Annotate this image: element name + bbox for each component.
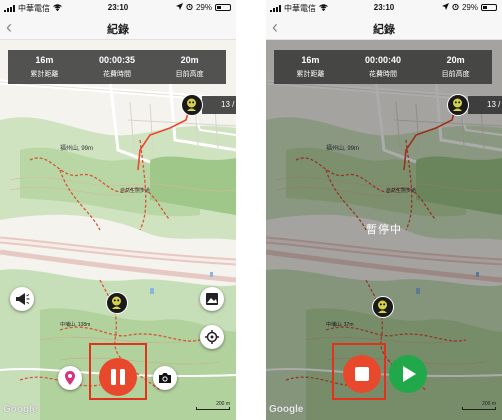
stat-value: 20m [180,55,199,65]
resume-button[interactable] [389,355,427,393]
announce-button[interactable] [10,287,34,311]
user-location-avatar[interactable] [181,94,203,116]
nav-bar: ‹ 紀錄 [0,16,236,40]
stat-label: 花費時間 [369,71,397,78]
scale-label: 200 m [216,401,230,407]
map-scale: 200 m [462,401,496,410]
user-icon [187,98,196,111]
location-pin-icon [65,371,75,385]
camera-icon [159,373,171,383]
status-bar: 中華電信 23:10 29% [0,0,236,16]
map-scale: 200 m [196,401,230,410]
page-title: 紀錄 [107,24,129,36]
stat-altitude: 20m 目前高度 [153,50,226,84]
phone-screen-recording: 中華電信 23:10 29% ‹ 紀錄 福州山, 99m 自然生態步道 中埔山,… [0,0,236,420]
stat-value: 20m [446,55,465,65]
highlight-box [89,343,147,400]
user-icon [112,296,121,309]
alarm-icon [186,3,193,12]
battery-percent: 29% [461,3,478,12]
stat-label: 花費時間 [103,71,131,78]
stats-panel: 16m 累計距離 00:00:35 花費時間 20m 目前高度 [8,50,226,84]
camera-button[interactable] [153,366,177,390]
scale-label: 200 m [482,401,496,407]
stat-label: 累計距離 [296,71,325,78]
nav-bar: ‹ 紀錄 [266,16,502,40]
paused-status-label: 暫停中 [366,224,402,236]
status-bar: 中華電信 23:10 29% [266,0,502,16]
battery-icon [481,4,497,11]
map-label-peak: 福州山, 99m [60,144,93,152]
stat-label: 目前高度 [175,71,204,78]
stat-value: 00:00:40 [364,55,402,65]
track-count-badge: 13 / 14 [202,96,236,114]
user-location-avatar[interactable] [447,94,469,116]
track-count-badge: 13 / 14 [468,96,502,114]
google-logo: Google [3,404,38,415]
map-label-park: 自然生態步道 [120,187,150,194]
play-icon [403,366,416,382]
battery-percent: 29% [195,3,212,12]
track-point-avatar[interactable] [106,292,128,314]
stat-value: 16m [301,55,320,65]
track-point-avatar[interactable] [372,296,394,318]
stat-time: 00:00:35 花費時間 [81,50,154,84]
stat-distance: 16m 累計距離 [8,50,81,84]
stat-value: 00:00:35 [98,55,136,65]
megaphone-icon [16,293,30,305]
stat-time: 00:00:40 花費時間 [347,50,420,84]
highlight-box [332,343,386,400]
location-arrow-icon [175,3,183,12]
page-title: 紀錄 [373,24,395,36]
stat-value: 16m [35,55,54,65]
stat-distance: 16m 累計距離 [274,50,347,84]
layers-button[interactable] [200,287,224,311]
crosshair-icon [205,330,219,344]
user-icon [453,98,462,111]
phone-screen-paused: 中華電信 23:10 29% ‹ 紀錄 福州山, 99m 自然生態步道 中埔山,… [266,0,502,420]
location-arrow-icon [441,3,449,12]
locate-me-button[interactable] [200,325,224,349]
user-icon [378,300,387,313]
stat-label: 目前高度 [441,71,470,78]
alarm-icon [452,3,459,12]
stat-altitude: 20m 目前高度 [419,50,492,84]
image-layer-icon [206,293,218,305]
battery-icon [215,4,231,11]
google-logo: Google [269,404,304,415]
add-waypoint-button[interactable] [58,366,82,390]
map-label-peak2: 中埔山, 138m [60,321,90,328]
stats-panel: 16m 累計距離 00:00:40 花費時間 20m 目前高度 [274,50,492,84]
stat-label: 累計距離 [30,71,59,78]
